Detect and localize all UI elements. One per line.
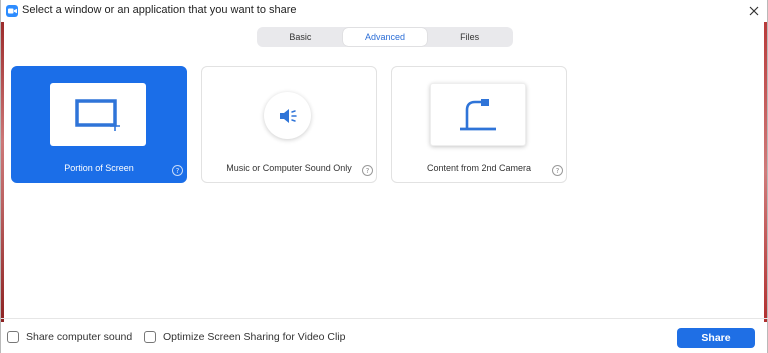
tab-advanced[interactable]: Advanced: [342, 28, 428, 46]
share-computer-sound-option[interactable]: Share computer sound: [7, 331, 132, 343]
option-second-camera[interactable]: Content from 2nd Camera ?: [391, 66, 567, 183]
share-computer-sound-label: Share computer sound: [26, 331, 133, 343]
optimize-video-clip-option[interactable]: Optimize Screen Sharing for Video Clip: [144, 331, 345, 343]
help-icon[interactable]: ?: [552, 165, 563, 176]
document-camera-icon: [460, 98, 496, 130]
portion-thumbnail: [50, 83, 146, 146]
share-computer-sound-checkbox[interactable]: [7, 331, 19, 343]
close-button[interactable]: [745, 2, 763, 20]
share-screen-dialog: Select a window or an application that y…: [0, 0, 768, 353]
optimize-video-clip-label: Optimize Screen Sharing for Video Clip: [163, 331, 346, 343]
option-portion-of-screen[interactable]: Portion of Screen ?: [11, 66, 187, 183]
title-bar: Select a window or an application that y…: [1, 0, 768, 22]
background-window-edge-left: [1, 22, 4, 322]
camera-thumbnail: [430, 83, 526, 146]
card-label: Content from 2nd Camera: [426, 163, 532, 173]
share-mode-tabs: Basic Advanced Files: [257, 27, 513, 47]
tab-files[interactable]: Files: [427, 28, 512, 46]
speaker-icon: [279, 108, 297, 123]
help-icon[interactable]: ?: [172, 165, 183, 176]
window-title: Select a window or an application that y…: [22, 4, 297, 16]
sound-circle: [264, 92, 311, 139]
close-icon: [749, 6, 759, 16]
option-computer-sound-only[interactable]: Music or Computer Sound Only ?: [201, 66, 377, 183]
card-label: Music or Computer Sound Only: [226, 163, 352, 173]
bottom-bar: Share computer sound Optimize Screen Sha…: [1, 318, 768, 353]
optimize-video-clip-checkbox[interactable]: [144, 331, 156, 343]
portion-of-screen-icon: [75, 98, 120, 131]
share-button[interactable]: Share: [677, 328, 755, 348]
tab-basic[interactable]: Basic: [258, 28, 343, 46]
background-window-edge-right: [764, 22, 767, 322]
card-label: Portion of Screen: [64, 163, 134, 173]
zoom-app-icon: [6, 5, 18, 17]
help-icon[interactable]: ?: [362, 165, 373, 176]
